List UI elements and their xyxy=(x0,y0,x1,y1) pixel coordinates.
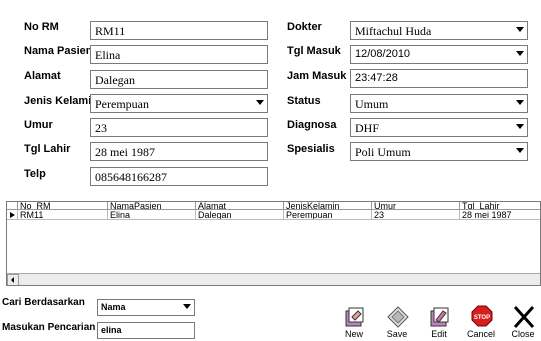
new-button[interactable]: New xyxy=(339,305,369,339)
tgl-masuk-value: 12/08/2010 xyxy=(355,48,411,60)
jenis-kelamin-value: Perempuan xyxy=(95,97,149,111)
table-cell[interactable]: RM11 xyxy=(18,210,108,220)
label-telp: Telp xyxy=(24,168,46,180)
cancel-label: Cancel xyxy=(466,329,495,339)
stop-text: STOP xyxy=(474,315,490,321)
label-tgl-masuk: Tgl Masuk xyxy=(287,45,341,57)
tgl-masuk-select[interactable]: 12/08/2010 xyxy=(350,45,528,64)
stop-icon: STOP xyxy=(471,305,493,327)
chevron-down-icon[interactable] xyxy=(183,304,191,309)
save-icon xyxy=(387,306,409,328)
grid-header-nama-pasien[interactable]: NamaPasien xyxy=(108,202,196,210)
new-label: New xyxy=(344,329,363,339)
label-alamat: Alamat xyxy=(24,70,61,82)
jam-masuk-field[interactable]: 23:47:28 xyxy=(350,69,528,88)
row-pointer-icon xyxy=(10,212,15,218)
chevron-down-icon[interactable] xyxy=(516,124,524,129)
label-masukan-pencarian: Masukan Pencarian xyxy=(2,322,96,333)
table-cell[interactable]: Dalegan xyxy=(196,210,284,220)
status-select[interactable]: Umum xyxy=(350,94,528,113)
close-label: Close xyxy=(511,329,535,339)
grid-header-alamat[interactable]: Alamat xyxy=(196,202,284,210)
search-by-select[interactable]: Nama xyxy=(97,299,195,316)
diagnosa-select[interactable]: DHF xyxy=(350,118,528,137)
label-jenis-kelamin: Jenis Kelamin xyxy=(24,95,98,107)
scroll-left-icon[interactable] xyxy=(7,274,19,286)
new-record-icon xyxy=(345,307,364,327)
status-value: Umum xyxy=(355,97,389,111)
grid-indicator-header xyxy=(7,202,18,210)
table-cell[interactable]: 23 xyxy=(372,210,460,220)
jenis-kelamin-select[interactable]: Perempuan xyxy=(90,94,268,113)
search-by-value: Nama xyxy=(101,302,126,312)
label-status: Status xyxy=(287,95,321,107)
chevron-down-icon[interactable] xyxy=(256,100,264,105)
edit-icon xyxy=(430,307,449,327)
save-button[interactable]: Save xyxy=(382,305,412,339)
edit-label: Edit xyxy=(431,329,447,339)
grid-header-jenis-kelamin[interactable]: JenisKelamin xyxy=(284,202,372,210)
label-spesialis: Spesialis xyxy=(287,143,335,155)
label-nama-pasien: Nama Pasien xyxy=(24,45,93,57)
save-label: Save xyxy=(386,329,408,339)
table-cell[interactable]: Elina xyxy=(108,210,196,220)
umur-field[interactable]: 23 xyxy=(90,118,268,137)
label-dokter: Dokter xyxy=(287,21,322,33)
label-no-rm: No RM xyxy=(24,21,59,33)
dokter-value: Miftachul Huda xyxy=(355,24,432,38)
search-input[interactable]: elina xyxy=(97,322,195,339)
nama-pasien-field[interactable]: Elina xyxy=(90,45,268,64)
alamat-field[interactable]: Dalegan xyxy=(90,70,268,89)
label-jam-masuk: Jam Masuk xyxy=(287,70,347,82)
spesialis-value: Poli Umum xyxy=(355,145,411,159)
chevron-down-icon[interactable] xyxy=(516,100,524,105)
grid-header-tgl-lahir[interactable]: Tgl_Lahir xyxy=(460,202,540,210)
close-icon xyxy=(513,305,535,329)
spesialis-select[interactable]: Poli Umum xyxy=(350,142,528,161)
grid-header-umur[interactable]: Umur xyxy=(372,202,460,210)
label-diagnosa: Diagnosa xyxy=(287,119,337,131)
chevron-down-icon[interactable] xyxy=(516,27,524,32)
no-rm-field[interactable]: RM11 xyxy=(90,21,268,40)
chevron-down-icon[interactable] xyxy=(516,51,524,56)
label-umur: Umur xyxy=(24,119,53,131)
label-cari-berdasarkan: Cari Berdasarkan xyxy=(2,297,85,308)
close-button[interactable]: Close xyxy=(508,305,538,339)
table-cell[interactable]: 28 mei 1987 xyxy=(460,210,540,220)
diagnosa-value: DHF xyxy=(355,121,380,135)
edit-button[interactable]: Edit xyxy=(424,305,454,339)
grid-header-no-rm[interactable]: No_RM xyxy=(18,202,108,210)
table-cell[interactable]: Perempuan xyxy=(284,210,372,220)
horizontal-scrollbar[interactable] xyxy=(7,273,540,286)
chevron-down-icon[interactable] xyxy=(516,148,524,153)
cancel-button[interactable]: STOP Cancel xyxy=(466,305,496,339)
telp-field[interactable]: 085648166287 xyxy=(90,167,268,186)
dokter-select[interactable]: Miftachul Huda xyxy=(350,21,528,40)
patient-grid[interactable]: No_RM NamaPasien Alamat JenisKelamin Umu… xyxy=(6,201,541,286)
tgl-lahir-field[interactable]: 28 mei 1987 xyxy=(90,142,268,161)
label-tgl-lahir: Tgl Lahir xyxy=(24,143,71,155)
row-indicator[interactable] xyxy=(7,210,18,220)
